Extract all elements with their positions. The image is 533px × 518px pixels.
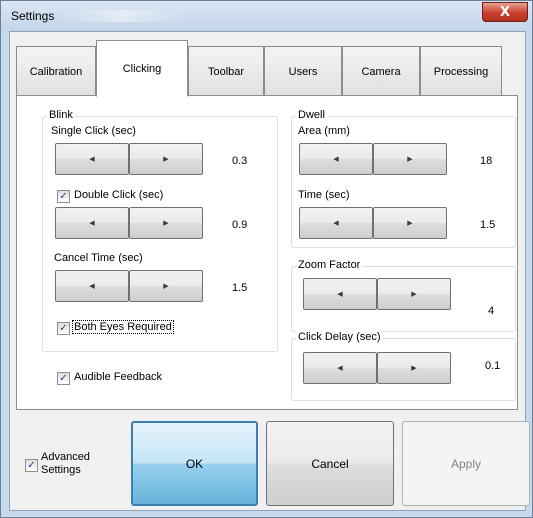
single-click-decrease-button[interactable]: ◀ [55,143,129,175]
checkmark-icon: ✓ [59,322,68,334]
advanced-settings-label-line1: Advanced [41,451,90,463]
click-delay-value: 0.1 [485,360,501,372]
tab-users[interactable]: Users [264,46,342,96]
ok-button-label: OK [185,456,204,471]
single-click-increase-button[interactable]: ▶ [129,143,203,175]
arrow-left-icon: ◀ [333,219,339,227]
dialog-client-area: Calibration Clicking Toolbar Users Camer… [9,31,530,511]
tab-label: Camera [361,65,401,78]
click-delay-decrease-button[interactable]: ◀ [303,352,377,384]
arrow-left-icon: ◀ [337,364,343,372]
cancel-time-decrease-button[interactable]: ◀ [55,270,129,302]
tab-processing[interactable]: Processing [420,46,502,96]
arrow-right-icon: ▶ [407,155,413,163]
close-icon: X [499,4,511,20]
arrow-right-icon: ▶ [407,219,413,227]
checkmark-icon: ✓ [59,190,68,202]
close-button[interactable]: X [482,2,528,22]
clicking-tab-panel: Blink Single Click (sec) ◀ ▶ 0.3 ✓ Doubl… [16,95,518,410]
double-click-label: Double Click (sec) [74,189,164,201]
tab-label: Toolbar [207,65,245,78]
ok-button[interactable]: OK [131,421,258,506]
zoom-factor-legend: Zoom Factor [296,259,363,271]
checkmark-icon: ✓ [59,372,68,384]
tab-label: Processing [433,65,489,78]
double-click-checkbox[interactable]: ✓ [57,190,70,203]
window-title: Settings [11,9,55,23]
tab-calibration[interactable]: Calibration [16,46,96,96]
advanced-settings-checkbox[interactable]: ✓ [25,459,38,472]
double-click-increase-button[interactable]: ▶ [129,207,203,239]
click-delay-legend: Click Delay (sec) [296,331,383,343]
dwell-time-label: Time (sec) [298,189,350,201]
title-bar[interactable]: Settings X [1,1,532,31]
apply-button: Apply [402,421,530,506]
click-delay-increase-button[interactable]: ▶ [377,352,451,384]
zoom-factor-value: 4 [488,305,495,317]
arrow-left-icon: ◀ [333,155,339,163]
dwell-time-increase-button[interactable]: ▶ [373,207,447,239]
cancel-time-label: Cancel Time (sec) [54,252,143,264]
arrow-right-icon: ▶ [163,155,169,163]
tab-toolbar[interactable]: Toolbar [188,46,264,96]
double-click-value: 0.9 [232,219,248,231]
settings-window: Settings X Calibration Clicking Toolbar … [0,0,533,518]
arrow-right-icon: ▶ [411,364,417,372]
tab-camera[interactable]: Camera [342,46,420,96]
double-click-decrease-button[interactable]: ◀ [55,207,129,239]
dwell-area-decrease-button[interactable]: ◀ [299,143,373,175]
cancel-time-value: 1.5 [232,282,248,294]
arrow-left-icon: ◀ [89,282,95,290]
cancel-button[interactable]: Cancel [266,421,394,506]
dwell-area-label: Area (mm) [298,125,350,137]
arrow-left-icon: ◀ [337,290,343,298]
dwell-time-decrease-button[interactable]: ◀ [299,207,373,239]
title-ghost-text [63,10,181,22]
advanced-settings-label: Advanced Settings [41,451,90,477]
arrow-right-icon: ▶ [411,290,417,298]
dwell-time-value: 1.5 [480,219,496,231]
both-eyes-checkbox[interactable]: ✓ [57,322,70,335]
arrow-right-icon: ▶ [163,219,169,227]
tab-label: Clicking [122,62,162,75]
dwell-area-value: 18 [480,155,493,167]
zoom-factor-increase-button[interactable]: ▶ [377,278,451,310]
tab-label: Calibration [29,65,83,78]
audible-feedback-checkbox[interactable]: ✓ [57,372,70,385]
apply-button-label: Apply [450,456,482,471]
dwell-area-increase-button[interactable]: ▶ [373,143,447,175]
checkmark-icon: ✓ [27,459,36,471]
zoom-factor-decrease-button[interactable]: ◀ [303,278,377,310]
both-eyes-label: Both Eyes Required [72,320,174,334]
arrow-right-icon: ▶ [163,282,169,290]
advanced-settings-label-line2: Settings [41,464,81,476]
cancel-button-label: Cancel [311,456,349,471]
single-click-value: 0.3 [232,155,248,167]
arrow-left-icon: ◀ [89,155,95,163]
tab-label: Users [288,65,318,78]
audible-feedback-label: Audible Feedback [74,371,163,383]
arrow-left-icon: ◀ [89,219,95,227]
single-click-label: Single Click (sec) [51,125,136,137]
tab-clicking[interactable]: Clicking [96,40,188,97]
blink-legend: Blink [47,109,75,121]
cancel-time-increase-button[interactable]: ▶ [129,270,203,302]
dwell-legend: Dwell [296,109,327,121]
